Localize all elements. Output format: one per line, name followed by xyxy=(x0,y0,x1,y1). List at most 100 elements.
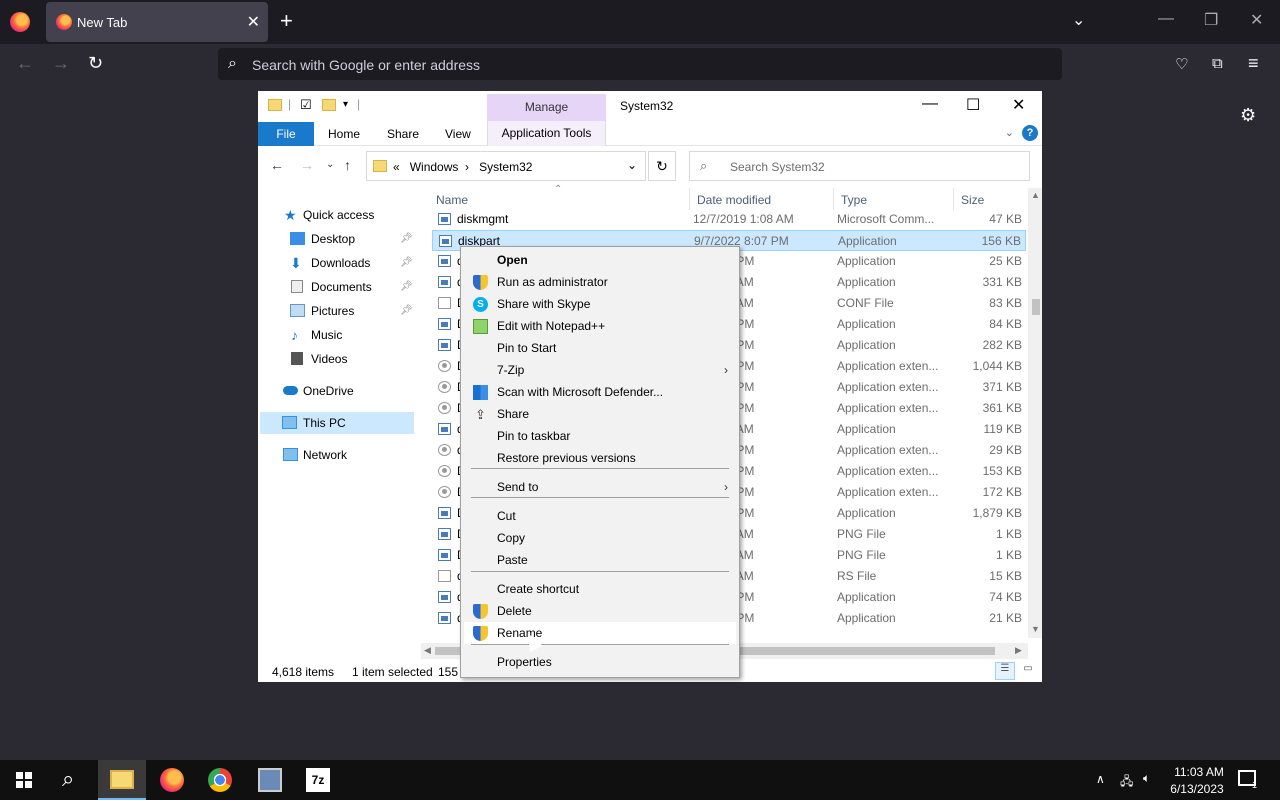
menu-item-edit-with-notepad[interactable]: Edit with Notepad++ xyxy=(464,315,736,337)
menu-item-pin-to-start[interactable]: Pin to Start xyxy=(464,337,736,359)
gear-icon[interactable]: ⚙ xyxy=(1240,105,1256,126)
breadcrumb-prefix[interactable]: « xyxy=(393,160,400,174)
scroll-down-icon[interactable]: ▼ xyxy=(1031,624,1040,634)
menu-item-send-to[interactable]: Send to › xyxy=(464,476,736,498)
list-all-tabs-icon[interactable]: ⌄ xyxy=(1072,10,1085,30)
show-hidden-icons-icon[interactable]: ∧ xyxy=(1096,772,1105,786)
clock-time[interactable]: 11:03 AM xyxy=(1170,765,1228,779)
menu-item-scan-with-microsoft-defender[interactable]: Scan with Microsoft Defender... xyxy=(464,381,736,403)
close-icon[interactable]: ✕ xyxy=(1012,95,1025,115)
taskbar-chrome[interactable] xyxy=(196,760,244,800)
tab-view[interactable]: View xyxy=(445,127,471,141)
qat-dropdown-icon[interactable]: ▾ xyxy=(343,99,348,110)
tab-file[interactable]: File xyxy=(258,122,314,146)
menu-item-paste[interactable]: Paste xyxy=(464,549,736,571)
column-name[interactable]: Name xyxy=(436,193,468,207)
properties-icon[interactable]: ☑ xyxy=(300,97,312,113)
pin-icon[interactable]: 📌︎ xyxy=(400,300,413,322)
vertical-scrollbar[interactable]: ▲ ▼ xyxy=(1028,188,1042,638)
chevron-down-icon[interactable]: ⌄ xyxy=(1005,126,1014,139)
nav-music[interactable]: ♪ Music xyxy=(258,324,416,346)
taskbar-firefox[interactable] xyxy=(148,760,196,800)
nav-network[interactable]: Network xyxy=(258,444,416,466)
column-divider[interactable] xyxy=(689,188,690,210)
forward-icon[interactable]: → xyxy=(300,157,314,173)
taskbar-file-explorer[interactable] xyxy=(98,760,146,800)
back-icon[interactable]: ← xyxy=(270,157,284,173)
url-bar[interactable]: ⌕ Search with Google or enter address xyxy=(218,48,1062,80)
menu-item-pin-to-taskbar[interactable]: Pin to taskbar xyxy=(464,425,736,447)
new-tab-button[interactable]: + xyxy=(280,8,293,34)
breadcrumb-system32[interactable]: System32 xyxy=(479,160,532,174)
menu-item-rename[interactable]: Rename xyxy=(464,622,736,644)
firefox-icon[interactable] xyxy=(10,12,30,32)
menu-item-open[interactable]: Open xyxy=(464,249,736,271)
reload-icon[interactable]: ↻ xyxy=(88,53,103,74)
volume-muted-icon[interactable]: 🔈︎ xyxy=(1143,771,1150,786)
pin-icon[interactable]: 📌︎ xyxy=(400,228,413,250)
scroll-up-icon[interactable]: ▲ xyxy=(1031,190,1040,200)
menu-item-properties[interactable]: Properties xyxy=(464,651,736,673)
menu-item-share[interactable]: ⇪ Share xyxy=(464,403,736,425)
column-type[interactable]: Type xyxy=(841,193,867,207)
nav-pictures[interactable]: Pictures 📌︎ xyxy=(258,300,416,322)
search-input[interactable]: ⌕ Search System32 xyxy=(689,151,1030,181)
taskbar-7zip[interactable]: 7z xyxy=(294,760,342,800)
nav-onedrive[interactable]: OneDrive xyxy=(258,380,416,402)
pin-icon[interactable]: 📌︎ xyxy=(400,276,413,298)
menu-item-delete[interactable]: Delete xyxy=(464,600,736,622)
nav-quick-access[interactable]: ★ Quick access xyxy=(258,204,416,226)
address-bar[interactable]: « Windows › System32 ⌄ xyxy=(366,151,646,181)
menu-icon[interactable]: ≡ xyxy=(1248,53,1259,74)
tab-close-icon[interactable]: ✕ xyxy=(247,12,260,32)
column-divider[interactable] xyxy=(833,188,834,210)
new-folder-icon[interactable] xyxy=(322,99,336,111)
menu-item-copy[interactable]: Copy xyxy=(464,527,736,549)
tab-new-tab[interactable]: New Tab ✕ xyxy=(46,2,268,42)
search-button[interactable]: ⌕ xyxy=(48,760,96,800)
tab-share[interactable]: Share xyxy=(387,127,419,141)
column-divider[interactable] xyxy=(953,188,954,210)
menu-item-share-with-skype[interactable]: S Share with Skype xyxy=(464,293,736,315)
nav-desktop[interactable]: Desktop 📌︎ xyxy=(258,228,416,250)
menu-item-restore-previous-versions[interactable]: Restore previous versions xyxy=(464,447,736,469)
menu-item-create-shortcut[interactable]: Create shortcut xyxy=(464,578,736,600)
extensions-icon[interactable]: ⧉ xyxy=(1212,55,1223,72)
menu-item-cut[interactable]: Cut xyxy=(464,505,736,527)
start-button[interactable] xyxy=(0,760,48,800)
clock-date[interactable]: 6/13/2023 xyxy=(1166,782,1228,796)
back-icon[interactable]: ← xyxy=(16,53,34,74)
minimize-icon[interactable]: — xyxy=(922,95,938,113)
nav-documents[interactable]: Documents 📌︎ xyxy=(258,276,416,298)
pin-icon[interactable]: 📌︎ xyxy=(400,252,413,274)
restore-icon[interactable]: ❐ xyxy=(1204,10,1218,30)
taskbar-app[interactable] xyxy=(246,760,294,800)
nav-downloads[interactable]: ⬇ Downloads 📌︎ xyxy=(258,252,416,274)
maximize-icon[interactable]: ☐ xyxy=(966,95,980,115)
column-size[interactable]: Size xyxy=(961,193,984,207)
scrollbar-thumb[interactable] xyxy=(1032,299,1040,315)
menu-item-7-zip[interactable]: 7-Zip › xyxy=(464,359,736,381)
column-date-modified[interactable]: Date modified xyxy=(697,193,771,207)
help-icon[interactable]: ? xyxy=(1022,125,1038,141)
close-window-icon[interactable]: ✕ xyxy=(1250,10,1263,30)
nav-videos[interactable]: Videos xyxy=(258,348,416,370)
scroll-right-icon[interactable]: ▶ xyxy=(1015,645,1022,656)
tab-application-tools[interactable]: Application Tools xyxy=(487,121,606,146)
refresh-button[interactable]: ↻ xyxy=(648,151,676,181)
up-icon[interactable]: ↑ xyxy=(344,157,351,173)
minimize-icon[interactable]: — xyxy=(1158,10,1174,28)
chevron-down-icon[interactable]: ⌄ xyxy=(627,158,637,172)
breadcrumb-windows[interactable]: Windows xyxy=(410,160,459,174)
tab-home[interactable]: Home xyxy=(328,127,360,141)
forward-icon[interactable]: → xyxy=(52,53,70,74)
menu-item-run-as-administrator[interactable]: Run as administrator xyxy=(464,271,736,293)
large-icons-view-icon[interactable]: ▭ xyxy=(1018,662,1038,680)
scroll-left-icon[interactable]: ◀ xyxy=(424,645,431,656)
details-view-icon[interactable]: ☰ xyxy=(995,662,1015,680)
pocket-icon[interactable]: ♡ xyxy=(1175,55,1188,73)
nav-this-pc[interactable]: This PC xyxy=(260,412,414,434)
recent-locations-icon[interactable]: ⌄ xyxy=(326,159,334,170)
table-row[interactable]: diskmgmt 12/7/2019 1:08 AM Microsoft Comm.… xyxy=(432,209,1026,230)
network-tray-icon[interactable]: 🖧︎ xyxy=(1120,772,1133,793)
